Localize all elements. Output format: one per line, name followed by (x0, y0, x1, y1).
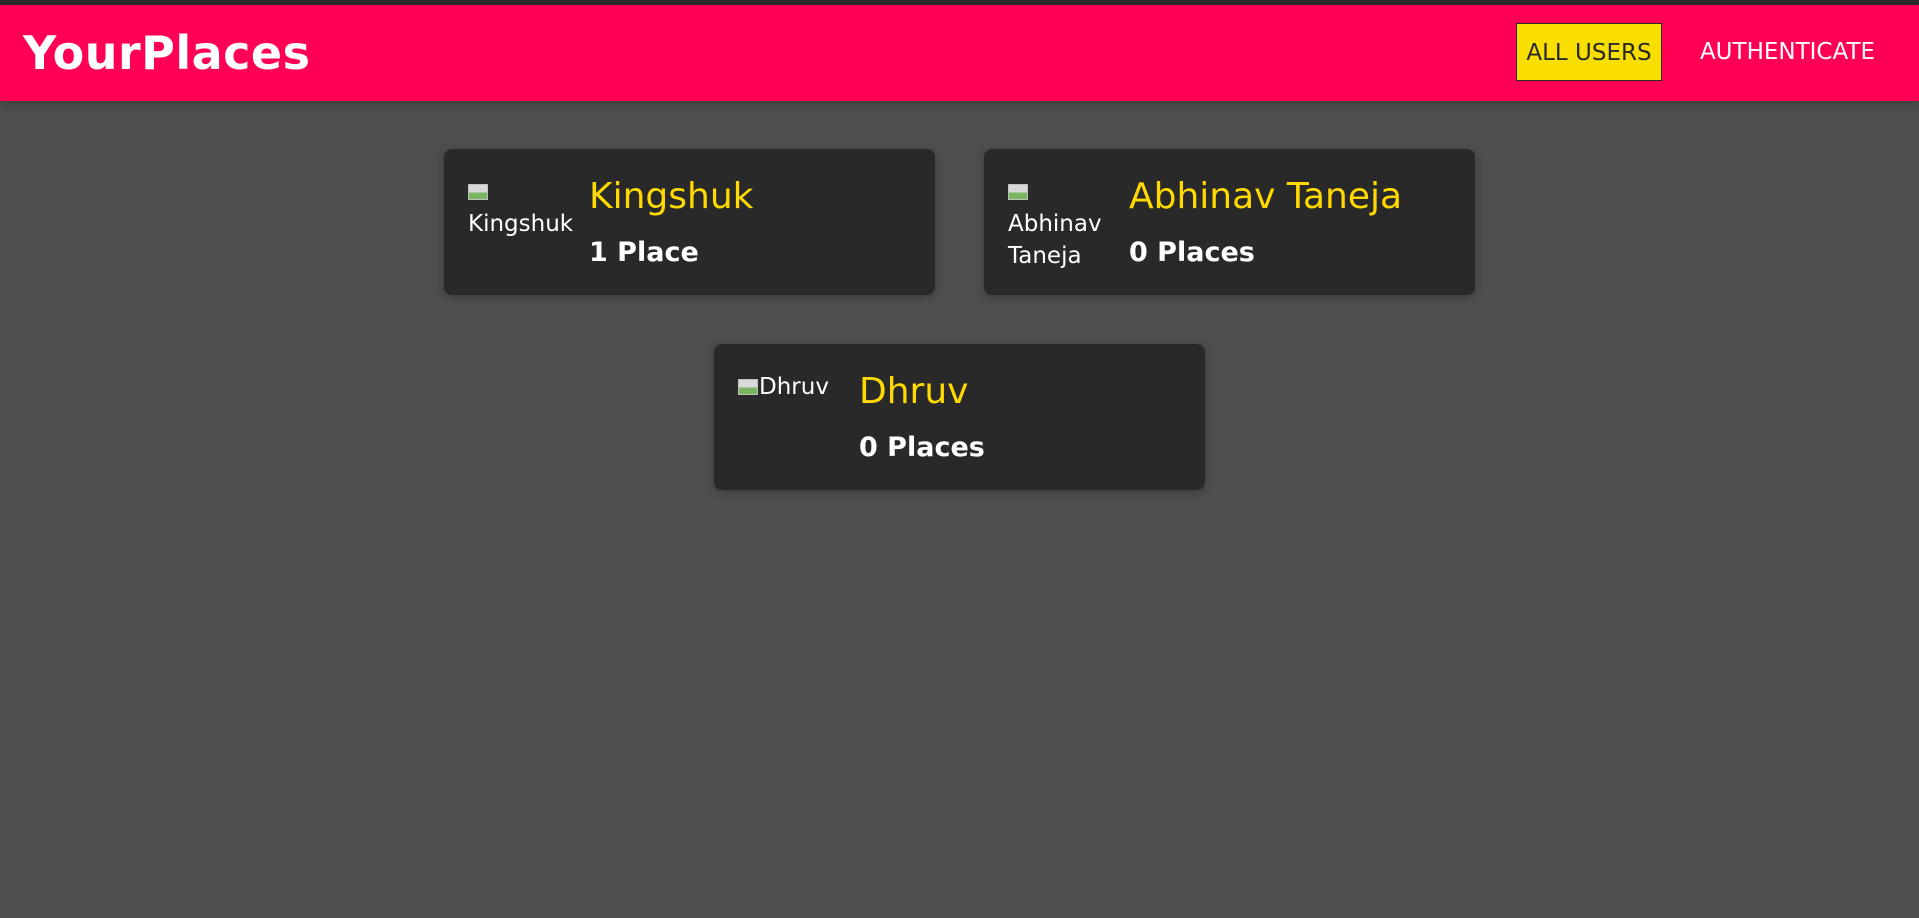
broken-image-icon (738, 379, 758, 395)
avatar-alt-text: Abhinav Taneja (1008, 211, 1102, 269)
user-place-count: 1 Place (589, 237, 699, 268)
user-name: Kingshuk (589, 176, 754, 217)
broken-image-icon (468, 184, 488, 200)
user-card[interactable]: Kingshuk Kingshuk 1 Place (444, 149, 935, 295)
broken-image-icon (1008, 184, 1028, 200)
user-place-count: 0 Places (1129, 237, 1255, 268)
avatar: Kingshuk (468, 176, 573, 240)
user-card[interactable]: Abhinav Taneja Abhinav Taneja 0 Places (984, 149, 1475, 295)
user-place-count: 0 Places (859, 432, 985, 463)
nav-all-users-button[interactable]: ALL USERS (1516, 23, 1662, 81)
user-name: Dhruv (859, 371, 969, 412)
avatar-alt-text: Dhruv (759, 374, 829, 400)
avatar: Dhruv (738, 371, 838, 403)
avatar-alt-text: Kingshuk (468, 211, 574, 237)
user-name: Abhinav Taneja (1129, 176, 1403, 217)
nav-authenticate-button[interactable]: AUTHENTICATE (1686, 23, 1889, 81)
user-card[interactable]: Dhruv Dhruv 0 Places (714, 344, 1205, 490)
app-logo[interactable]: YourPlaces (23, 27, 311, 80)
main-header: YourPlaces ALL USERS AUTHENTICATE (0, 5, 1919, 101)
avatar: Abhinav Taneja (1008, 176, 1108, 272)
